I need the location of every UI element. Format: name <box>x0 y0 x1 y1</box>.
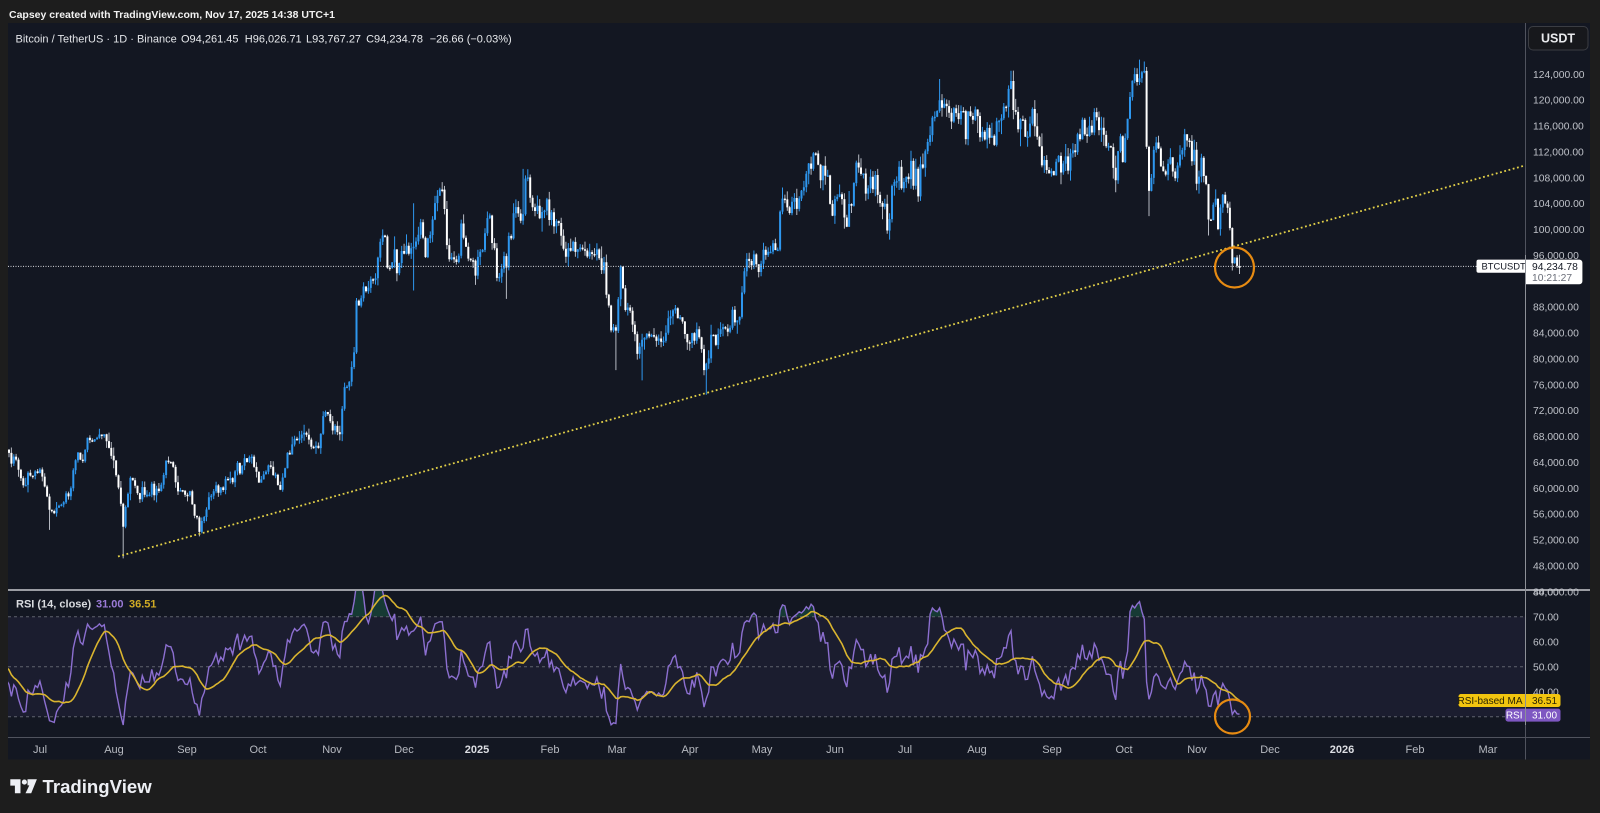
svg-text:48,000.00: 48,000.00 <box>1533 562 1579 573</box>
svg-text:10:21:27: 10:21:27 <box>1532 273 1572 284</box>
svg-text:Aug: Aug <box>104 744 124 756</box>
svg-text:C94,234.78: C94,234.78 <box>366 33 423 45</box>
svg-text:O94,261.45: O94,261.45 <box>181 33 239 45</box>
svg-text:Apr: Apr <box>681 744 698 756</box>
svg-text:80.00: 80.00 <box>1533 588 1559 599</box>
svg-text:USDT: USDT <box>1541 32 1575 46</box>
svg-text:Nov: Nov <box>1187 744 1207 756</box>
svg-text:2025: 2025 <box>465 744 489 756</box>
svg-text:36.51: 36.51 <box>129 599 157 611</box>
svg-text:88,000.00: 88,000.00 <box>1533 303 1579 314</box>
svg-text:Feb: Feb <box>541 744 560 756</box>
svg-text:Sep: Sep <box>1042 744 1062 756</box>
svg-text:56,000.00: 56,000.00 <box>1533 510 1579 521</box>
svg-text:80,000.00: 80,000.00 <box>1533 355 1579 366</box>
svg-text:112,000.00: 112,000.00 <box>1533 147 1584 158</box>
svg-text:L93,767.27: L93,767.27 <box>306 33 361 45</box>
svg-text:31.00: 31.00 <box>1532 711 1557 722</box>
svg-text:31.00: 31.00 <box>96 599 124 611</box>
svg-text:72,000.00: 72,000.00 <box>1533 406 1579 417</box>
svg-text:Feb: Feb <box>1406 744 1425 756</box>
svg-text:60.00: 60.00 <box>1533 638 1559 649</box>
svg-text:BTCUSDT: BTCUSDT <box>1482 260 1527 271</box>
svg-text:Sep: Sep <box>177 744 197 756</box>
svg-text:60,000.00: 60,000.00 <box>1533 484 1579 495</box>
svg-text:TradingView: TradingView <box>43 776 153 797</box>
svg-text:RSI-based MA: RSI-based MA <box>1457 696 1522 707</box>
svg-text:H96,026.71: H96,026.71 <box>245 33 302 45</box>
svg-text:Capsey created with TradingVie: Capsey created with TradingView.com, Nov… <box>9 9 335 21</box>
svg-text:Nov: Nov <box>322 744 342 756</box>
svg-text:100,000.00: 100,000.00 <box>1533 225 1585 236</box>
svg-text:84,000.00: 84,000.00 <box>1533 329 1579 340</box>
svg-text:Mar: Mar <box>608 744 627 756</box>
svg-text:108,000.00: 108,000.00 <box>1533 173 1585 184</box>
svg-text:36.51: 36.51 <box>1532 696 1557 707</box>
svg-text:94,234.78: 94,234.78 <box>1532 262 1578 273</box>
svg-text:124,000.00: 124,000.00 <box>1533 70 1585 81</box>
svg-text:70.00: 70.00 <box>1533 613 1559 624</box>
svg-text:May: May <box>752 744 773 756</box>
svg-text:Jul: Jul <box>898 744 912 756</box>
svg-text:Oct: Oct <box>249 744 266 756</box>
svg-text:Jun: Jun <box>826 744 844 756</box>
svg-text:Aug: Aug <box>967 744 987 756</box>
svg-text:76,000.00: 76,000.00 <box>1533 380 1579 391</box>
svg-text:Jul: Jul <box>33 744 47 756</box>
svg-text:Dec: Dec <box>1260 744 1280 756</box>
svg-text:68,000.00: 68,000.00 <box>1533 432 1579 443</box>
svg-text:Oct: Oct <box>1115 744 1132 756</box>
svg-text:Dec: Dec <box>394 744 414 756</box>
svg-text:116,000.00: 116,000.00 <box>1533 122 1584 133</box>
svg-text:−26.66 (−0.03%): −26.66 (−0.03%) <box>430 33 512 45</box>
svg-text:Bitcoin / TetherUS · 1D · Bina: Bitcoin / TetherUS · 1D · Binance <box>16 33 177 45</box>
svg-text:RSI (14, close): RSI (14, close) <box>16 599 92 611</box>
svg-text:52,000.00: 52,000.00 <box>1533 536 1579 547</box>
svg-text:120,000.00: 120,000.00 <box>1533 96 1585 107</box>
svg-text:64,000.00: 64,000.00 <box>1533 458 1579 469</box>
svg-text:RSI: RSI <box>1506 711 1523 722</box>
svg-text:Mar: Mar <box>1479 744 1498 756</box>
svg-text:104,000.00: 104,000.00 <box>1533 199 1585 210</box>
svg-text:50.00: 50.00 <box>1533 663 1559 674</box>
svg-text:2026: 2026 <box>1330 744 1354 756</box>
